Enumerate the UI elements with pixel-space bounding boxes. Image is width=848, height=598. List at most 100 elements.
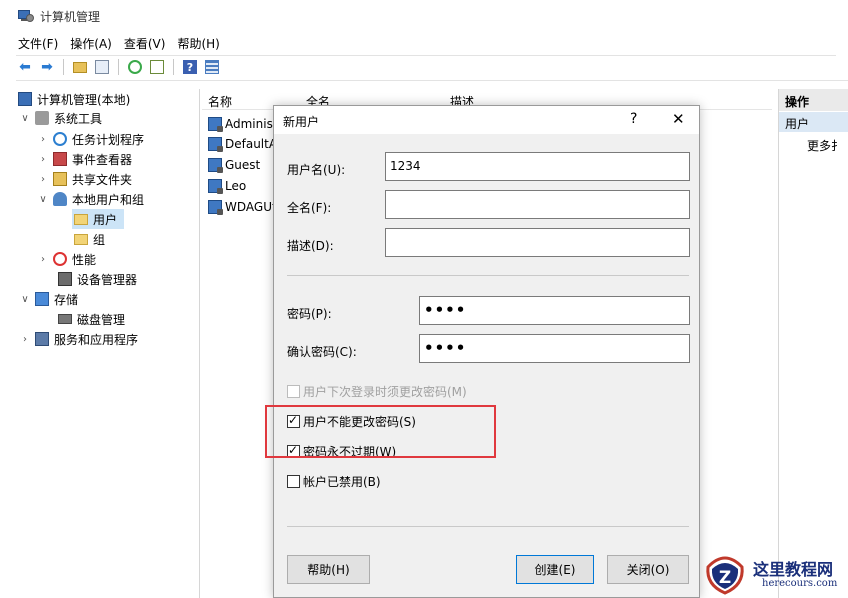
list-item[interactable]: Guest bbox=[208, 155, 260, 175]
tree-root[interactable]: 计算机管理(本地) bbox=[18, 89, 130, 109]
new-user-dialog: 新用户 ? ✕ 用户名(U): 1234 全名(F): 描述(D): 密码(P)… bbox=[273, 105, 700, 598]
confirm-password-field[interactable]: •••• bbox=[419, 334, 690, 363]
actions-header: 操作 bbox=[779, 89, 848, 111]
tree-system-tools-label: 系统工具 bbox=[54, 111, 103, 126]
list-item-label: DefaultA bbox=[225, 137, 278, 151]
help-icon[interactable]: ? bbox=[181, 58, 199, 76]
actions-pane: 操作 用户 更多扌 bbox=[778, 89, 848, 598]
up-folder-icon[interactable] bbox=[71, 58, 89, 76]
chevron-right-icon[interactable]: › bbox=[38, 254, 48, 265]
chevron-down-icon[interactable]: ∨ bbox=[38, 194, 48, 205]
tree-root-label: 计算机管理(本地) bbox=[37, 92, 131, 107]
fullname-field[interactable] bbox=[385, 190, 690, 219]
checkbox-box[interactable] bbox=[287, 384, 300, 398]
user-icon bbox=[208, 117, 223, 132]
tree-services-label: 服务和应用程序 bbox=[54, 332, 139, 347]
disk-icon bbox=[58, 314, 72, 324]
menu-view[interactable]: 查看(V) bbox=[124, 35, 166, 53]
tree-local-users[interactable]: ∨ 本地用户和组 bbox=[38, 189, 144, 209]
computer-management-icon bbox=[18, 9, 34, 23]
list-item-label: Leo bbox=[225, 179, 247, 193]
list-item-label: Guest bbox=[225, 158, 261, 172]
tree-services[interactable]: › 服务和应用程序 bbox=[20, 329, 138, 349]
tree-task-scheduler[interactable]: › 任务计划程序 bbox=[38, 129, 144, 149]
user-icon bbox=[208, 158, 223, 173]
tree-event-viewer[interactable]: › 事件查看器 bbox=[38, 149, 132, 169]
close-icon[interactable]: ✕ bbox=[672, 110, 685, 128]
tree-groups[interactable]: 组 bbox=[74, 229, 105, 249]
menu-action[interactable]: 操作(A) bbox=[70, 35, 112, 53]
must-change-password-checkbox[interactable]: 用户下次登录时须更改密码(M) bbox=[287, 382, 467, 400]
list-item[interactable]: Administ bbox=[208, 114, 278, 134]
computer-icon bbox=[18, 92, 32, 106]
tree-users[interactable]: 用户 bbox=[72, 209, 124, 229]
tree-storage-label: 存储 bbox=[54, 292, 79, 307]
folder-icon bbox=[74, 213, 88, 225]
highlight-annotation bbox=[265, 405, 496, 458]
tree-system-tools[interactable]: ∨ 系统工具 bbox=[20, 108, 102, 128]
help-button[interactable]: 帮助(H) bbox=[287, 555, 370, 584]
password-field[interactable]: •••• bbox=[419, 296, 690, 325]
event-viewer-icon bbox=[53, 152, 67, 166]
storage-icon bbox=[35, 292, 49, 306]
tree-event-viewer-label: 事件查看器 bbox=[72, 152, 133, 167]
clock-icon bbox=[53, 132, 67, 146]
chevron-right-icon[interactable]: › bbox=[38, 134, 48, 145]
chevron-down-icon[interactable]: ∨ bbox=[20, 113, 30, 124]
tree-performance-label: 性能 bbox=[72, 252, 97, 267]
tree-shared-folders[interactable]: › 共享文件夹 bbox=[38, 169, 132, 189]
tree-storage[interactable]: ∨ 存储 bbox=[20, 289, 78, 309]
user-icon bbox=[208, 137, 223, 152]
window-title: 计算机管理 bbox=[40, 9, 101, 24]
forward-icon[interactable]: ➡ bbox=[38, 58, 56, 76]
performance-icon bbox=[53, 252, 67, 266]
username-field[interactable]: 1234 bbox=[385, 152, 690, 181]
tree-performance[interactable]: › 性能 bbox=[38, 249, 96, 269]
description-label: 描述(D): bbox=[287, 239, 334, 253]
checkbox-label: 用户下次登录时须更改密码(M) bbox=[303, 384, 467, 399]
watermark-cn: 这里教程网 bbox=[753, 560, 834, 579]
tree-shared-folders-label: 共享文件夹 bbox=[72, 172, 133, 187]
export-icon[interactable] bbox=[148, 58, 166, 76]
actions-more[interactable]: 更多扌 bbox=[807, 137, 843, 154]
username-label: 用户名(U): bbox=[287, 163, 346, 177]
tree-local-users-label: 本地用户和组 bbox=[72, 192, 145, 207]
refresh-icon[interactable] bbox=[126, 58, 144, 76]
menu-help[interactable]: 帮助(H) bbox=[177, 35, 219, 53]
tree-disk-management[interactable]: 磁盘管理 bbox=[58, 309, 125, 329]
fullname-label: 全名(F): bbox=[287, 201, 332, 215]
services-icon bbox=[35, 332, 49, 346]
help-question-icon[interactable]: ? bbox=[630, 111, 637, 127]
chevron-right-icon[interactable]: › bbox=[38, 154, 48, 165]
title-bar: 计算机管理 bbox=[18, 6, 100, 26]
checkbox-label: 帐户已禁用(B) bbox=[303, 474, 381, 489]
user-icon bbox=[208, 200, 223, 215]
list-item[interactable]: DefaultA bbox=[208, 134, 277, 154]
actions-section-users[interactable]: 用户 bbox=[779, 112, 848, 132]
checkbox-box[interactable] bbox=[287, 474, 300, 488]
back-icon[interactable]: ⬅ bbox=[16, 58, 34, 76]
menu-file[interactable]: 文件(F) bbox=[18, 35, 58, 53]
watermark: Z 这里教程网 herecours.com bbox=[700, 553, 848, 598]
view-icon[interactable] bbox=[203, 58, 221, 76]
chevron-right-icon[interactable]: › bbox=[38, 174, 48, 185]
column-name[interactable]: 名称 bbox=[208, 93, 232, 110]
users-group-icon bbox=[53, 192, 67, 206]
dialog-title-bar: 新用户 ? ✕ bbox=[274, 106, 699, 134]
chevron-right-icon[interactable]: › bbox=[20, 334, 30, 345]
chevron-down-icon[interactable]: ∨ bbox=[20, 294, 30, 305]
tree-groups-label: 组 bbox=[93, 232, 106, 247]
list-item[interactable]: WDAGUt bbox=[208, 197, 277, 217]
close-button[interactable]: 关闭(O) bbox=[607, 555, 689, 584]
user-icon bbox=[208, 179, 223, 194]
tree-task-scheduler-label: 任务计划程序 bbox=[72, 132, 145, 147]
tree-device-manager[interactable]: 设备管理器 bbox=[58, 269, 137, 289]
tree-device-manager-label: 设备管理器 bbox=[77, 272, 138, 287]
list-item-label: Administ bbox=[225, 117, 278, 131]
tools-icon bbox=[35, 111, 49, 125]
description-field[interactable] bbox=[385, 228, 690, 257]
account-disabled-checkbox[interactable]: 帐户已禁用(B) bbox=[287, 472, 381, 490]
create-button[interactable]: 创建(E) bbox=[516, 555, 594, 584]
console-tree-icon[interactable] bbox=[93, 58, 111, 76]
list-item[interactable]: Leo bbox=[208, 176, 246, 196]
